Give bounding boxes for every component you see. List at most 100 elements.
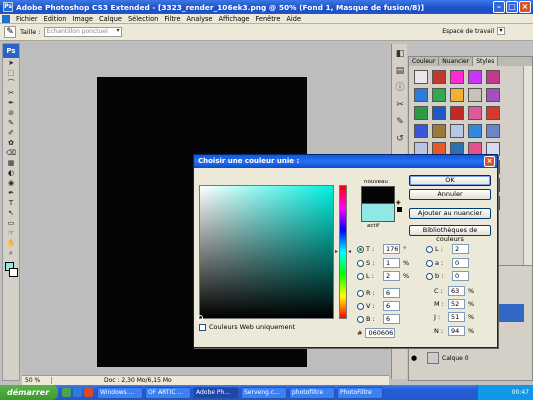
document-icon[interactable] bbox=[2, 14, 10, 23]
lab-a-field[interactable]: 0 bbox=[452, 258, 469, 268]
menu-fenetre[interactable]: Fenêtre bbox=[252, 15, 283, 23]
marquee-tool-icon[interactable]: ⬚ bbox=[3, 68, 19, 78]
style-swatch[interactable] bbox=[468, 124, 482, 138]
background-color[interactable] bbox=[9, 268, 18, 277]
current-color-swatch[interactable] bbox=[361, 204, 395, 222]
dialog-close-button[interactable]: × bbox=[484, 156, 495, 167]
chevron-down-icon[interactable]: ▾ bbox=[497, 27, 505, 35]
blur-tool-icon[interactable]: ◐ bbox=[3, 168, 19, 178]
saturation-radio[interactable] bbox=[357, 259, 364, 267]
history-icon[interactable]: ↺ bbox=[393, 132, 407, 146]
task-photofiltre-app[interactable]: PhotoFiltre bbox=[337, 386, 383, 399]
style-swatch[interactable] bbox=[432, 124, 446, 138]
blue-field[interactable]: 6 bbox=[383, 314, 400, 324]
style-swatch[interactable] bbox=[432, 106, 446, 120]
style-swatch[interactable] bbox=[450, 124, 464, 138]
style-swatch[interactable] bbox=[414, 70, 428, 84]
brush-tool-icon[interactable]: ✎ bbox=[3, 118, 19, 128]
cancel-button[interactable]: Annuler bbox=[409, 189, 491, 200]
brightness-radio[interactable] bbox=[357, 272, 364, 280]
menu-image[interactable]: Image bbox=[69, 15, 96, 23]
tab-styles[interactable]: Styles bbox=[473, 57, 499, 66]
tab-nuancier[interactable]: Nuancier bbox=[439, 57, 474, 66]
style-swatch[interactable] bbox=[486, 88, 500, 102]
magenta-field[interactable]: 52 bbox=[448, 299, 465, 309]
lab-a-radio[interactable] bbox=[426, 259, 433, 267]
shape-tool-icon[interactable]: ▭ bbox=[3, 218, 19, 228]
blue-radio[interactable] bbox=[357, 315, 364, 323]
green-field[interactable]: 6 bbox=[383, 301, 400, 311]
layer-row[interactable]: ● Calque 0 bbox=[409, 351, 524, 365]
task-of-artic[interactable]: OF ARTIC ... bbox=[145, 386, 191, 399]
style-swatch[interactable] bbox=[486, 70, 500, 84]
style-swatch[interactable] bbox=[486, 106, 500, 120]
ie-icon[interactable] bbox=[73, 388, 82, 397]
path-select-tool-icon[interactable]: ↖ bbox=[3, 208, 19, 218]
style-swatch[interactable] bbox=[450, 88, 464, 102]
task-adobe-photoshop[interactable]: Adobe Ph... bbox=[193, 386, 239, 399]
tools-icon[interactable]: ✂ bbox=[393, 98, 407, 112]
lab-l-radio[interactable] bbox=[426, 245, 433, 253]
style-swatch[interactable] bbox=[468, 88, 482, 102]
style-swatch[interactable] bbox=[414, 124, 428, 138]
media-icon[interactable] bbox=[84, 388, 93, 397]
workspace-menu[interactable]: Espace de travail ▾ bbox=[442, 27, 505, 35]
history-brush-icon[interactable]: ✿ bbox=[3, 138, 19, 148]
web-safe-swatch[interactable] bbox=[397, 207, 402, 212]
navigator-icon[interactable]: ◧ bbox=[393, 47, 407, 61]
task-windows[interactable]: Windows ... bbox=[97, 386, 143, 399]
add-to-swatches-button[interactable]: Ajouter au nuancier bbox=[409, 208, 491, 219]
menu-edition[interactable]: Edition bbox=[41, 15, 70, 23]
style-swatch[interactable] bbox=[468, 70, 482, 84]
hand-tool-icon[interactable]: ✋ bbox=[3, 238, 19, 248]
lasso-tool-icon[interactable]: ⌒ bbox=[3, 78, 19, 88]
style-swatch[interactable] bbox=[432, 70, 446, 84]
hue-arrow-right-icon[interactable]: ◂ bbox=[348, 248, 351, 255]
eyedropper-icon[interactable]: ✎ bbox=[4, 26, 16, 38]
styles-scrollbar[interactable] bbox=[523, 66, 532, 266]
brightness-field[interactable]: 2 bbox=[383, 271, 400, 281]
heal-tool-icon[interactable]: ⊘ bbox=[3, 108, 19, 118]
notes-tool-icon[interactable]: ☞ bbox=[3, 228, 19, 238]
menu-filtre[interactable]: Filtre bbox=[161, 15, 183, 23]
move-tool-icon[interactable]: ➤ bbox=[3, 58, 19, 68]
menu-calque[interactable]: Calque bbox=[96, 15, 125, 23]
style-swatch[interactable] bbox=[450, 106, 464, 120]
menu-analyse[interactable]: Analyse bbox=[184, 15, 216, 23]
sample-size-select[interactable]: Echantillon ponctuel bbox=[43, 27, 122, 37]
red-field[interactable]: 6 bbox=[383, 288, 400, 298]
green-radio[interactable] bbox=[357, 302, 364, 310]
cyan-field[interactable]: 63 bbox=[448, 286, 465, 296]
lab-b-field[interactable]: 0 bbox=[452, 271, 469, 281]
slice-tool-icon[interactable]: ✒ bbox=[3, 98, 19, 108]
web-colors-checkbox[interactable] bbox=[199, 323, 206, 331]
menu-aide[interactable]: Aide bbox=[283, 15, 304, 23]
gradient-tool-icon[interactable]: ▦ bbox=[3, 158, 19, 168]
style-swatch[interactable] bbox=[414, 106, 428, 120]
hue-slider[interactable]: ▸ ◂ bbox=[335, 185, 351, 319]
color-swatches[interactable] bbox=[3, 262, 19, 280]
ok-button[interactable]: OK bbox=[409, 175, 491, 186]
minimize-button[interactable]: – bbox=[493, 1, 505, 13]
black-field[interactable]: 94 bbox=[448, 326, 465, 336]
dodge-tool-icon[interactable]: ◉ bbox=[3, 178, 19, 188]
color-field-marker[interactable] bbox=[197, 315, 203, 321]
start-button[interactable]: démarrer bbox=[0, 385, 58, 400]
hue-radio[interactable] bbox=[357, 245, 364, 253]
color-libraries-button[interactable]: Bibliothèques de couleurs bbox=[409, 225, 491, 243]
type-tool-icon[interactable]: T bbox=[3, 198, 19, 208]
task-photofiltre-folder[interactable]: photofiltre bbox=[289, 386, 335, 399]
info-icon[interactable]: ⓘ bbox=[393, 81, 407, 95]
lab-b-radio[interactable] bbox=[426, 272, 433, 280]
style-swatch[interactable] bbox=[414, 88, 428, 102]
eraser-tool-icon[interactable]: ⌫ bbox=[3, 148, 19, 158]
desktop-icon[interactable] bbox=[62, 388, 71, 397]
stamp-tool-icon[interactable]: ✐ bbox=[3, 128, 19, 138]
tab-couleur[interactable]: Couleur bbox=[409, 57, 440, 66]
zoom-level[interactable]: 50 % bbox=[22, 377, 52, 384]
style-swatch[interactable] bbox=[432, 88, 446, 102]
histogram-icon[interactable]: ▤ bbox=[393, 64, 407, 78]
hue-arrow-left-icon[interactable]: ▸ bbox=[335, 248, 338, 255]
eye-icon[interactable]: ● bbox=[409, 354, 419, 362]
brushes-icon[interactable]: ✎ bbox=[393, 115, 407, 129]
